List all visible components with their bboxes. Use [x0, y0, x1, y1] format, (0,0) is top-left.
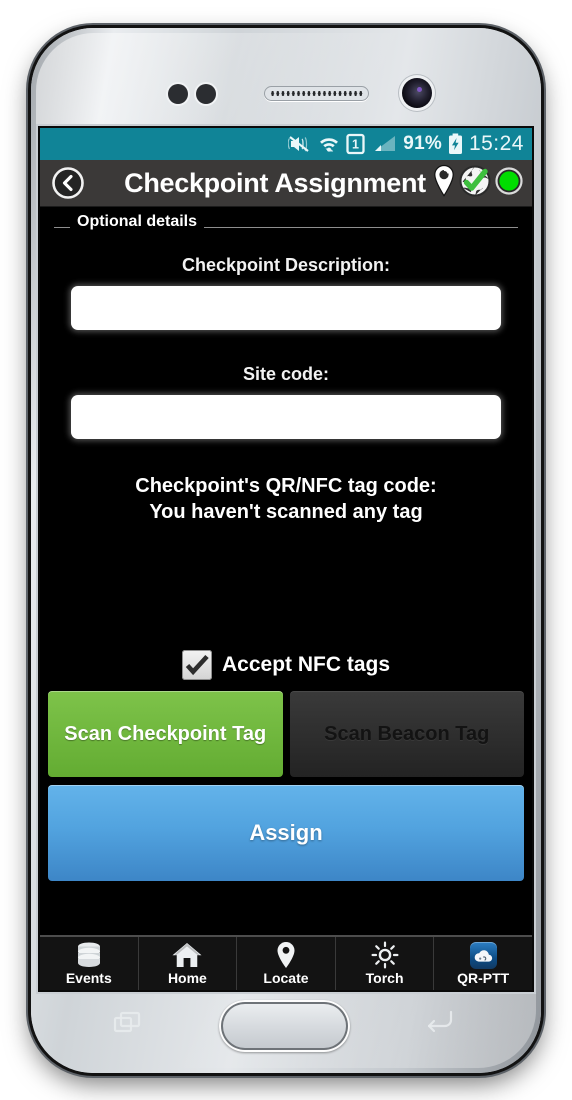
nav-item-locate[interactable]: Locate — [237, 937, 336, 990]
database-stack-icon — [74, 941, 104, 969]
accept-nfc-tags-row[interactable]: Accept NFC tags — [40, 650, 532, 680]
title-bar-icon-group — [432, 164, 524, 203]
front-camera — [402, 78, 432, 108]
accept-nfc-tags-checkbox[interactable] — [181, 650, 212, 680]
cloud-app-icon — [469, 941, 497, 969]
site-code-group: Site code: — [40, 364, 532, 439]
checkmark-icon — [185, 654, 209, 676]
sim-card-1-icon: 1 — [346, 133, 365, 155]
battery-charging-icon — [448, 133, 463, 155]
recent-apps-key[interactable] — [113, 1011, 143, 1033]
wifi-icon — [318, 134, 340, 154]
app-title-bar: Checkpoint Assignment — [40, 160, 532, 207]
camera-lens-glint — [417, 87, 422, 92]
accept-nfc-tags-label: Accept NFC tags — [221, 653, 391, 676]
checkpoint-description-input[interactable] — [71, 286, 501, 330]
site-code-input[interactable] — [71, 395, 501, 439]
tag-code-info-block: Checkpoint's QR/NFC tag code: You haven'… — [40, 473, 532, 526]
earpiece-speaker — [264, 86, 369, 101]
battery-percent-label: 91% — [403, 133, 442, 154]
svg-text:1: 1 — [352, 138, 359, 152]
globe-check-icon[interactable] — [459, 165, 491, 202]
proximity-sensor-icon — [168, 84, 188, 104]
nav-item-qr-ptt[interactable]: QR-PTT — [434, 937, 532, 990]
vibrate-mute-icon — [288, 134, 312, 154]
fieldset-legend: Optional details — [70, 213, 205, 231]
location-pin-icon[interactable] — [432, 164, 456, 203]
tag-code-title: Checkpoint's QR/NFC tag code: — [135, 475, 437, 497]
nav-label-locate: Locate — [263, 970, 309, 986]
phone-device-frame: 1 91% 15:24 Checkpoint Assignment Option… — [31, 28, 541, 1073]
scan-checkpoint-tag-button[interactable]: Scan Checkpoint Tag — [48, 691, 283, 777]
status-green-dot-icon — [494, 166, 524, 201]
nav-label-torch: Torch — [365, 970, 404, 986]
android-status-bar: 1 91% 15:24 — [40, 128, 532, 160]
scan-beacon-tag-button[interactable]: Scan Beacon Tag — [289, 691, 524, 777]
scan-buttons-row: Scan Checkpoint Tag Scan Beacon Tag — [48, 691, 524, 777]
map-pin-icon — [275, 941, 297, 969]
speaker-grille-dots — [270, 89, 363, 98]
form-content-area: Optional details Checkpoint Description:… — [40, 207, 532, 990]
signal-bars-icon — [371, 134, 397, 154]
home-button[interactable] — [219, 1000, 350, 1052]
optional-details-fieldset: Optional details — [54, 213, 518, 235]
nav-label-home: Home — [167, 970, 207, 986]
nav-item-torch[interactable]: Torch — [336, 937, 435, 990]
nav-label-events: Events — [65, 970, 112, 986]
assign-button[interactable]: Assign — [48, 785, 524, 881]
status-bar-clock: 15:24 — [468, 132, 524, 155]
site-code-label: Site code: — [242, 364, 330, 384]
back-chevron-circle-icon[interactable] — [48, 163, 88, 203]
light-sensor-icon — [196, 84, 216, 104]
brightness-sun-icon — [370, 941, 400, 969]
bottom-navigation-bar: Events Home Locate Torch QR-PTT — [40, 935, 532, 990]
home-icon — [171, 941, 203, 969]
nav-item-events[interactable]: Events — [40, 937, 139, 990]
nav-label-qr-ptt: QR-PTT — [457, 970, 510, 986]
back-key[interactable] — [423, 1009, 455, 1035]
qr-ptt-app-tile — [469, 942, 497, 969]
page-title: Checkpoint Assignment — [124, 167, 426, 198]
tag-code-status: You haven't scanned any tag — [149, 501, 423, 524]
checkpoint-description-label: Checkpoint Description: — [181, 255, 391, 275]
phone-screen: 1 91% 15:24 Checkpoint Assignment Option… — [40, 128, 532, 990]
checkpoint-description-group: Checkpoint Description: — [40, 255, 532, 330]
nav-item-home[interactable]: Home — [139, 937, 238, 990]
